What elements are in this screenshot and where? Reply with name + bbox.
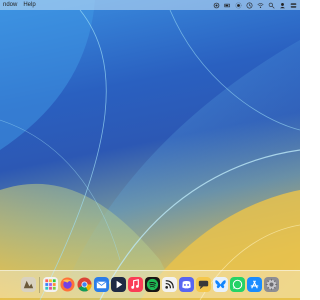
user-icon[interactable] <box>278 1 286 9</box>
chrome-icon[interactable] <box>77 277 92 292</box>
recording-icon[interactable] <box>212 1 220 9</box>
spotify-icon[interactable] <box>145 277 160 292</box>
status-area <box>212 1 297 9</box>
menu-help[interactable]: Help <box>23 0 35 10</box>
app-store-icon[interactable] <box>247 277 262 292</box>
brightness-icon[interactable] <box>234 1 242 9</box>
dock-separator <box>39 276 40 293</box>
launchpad-icon[interactable] <box>43 277 58 292</box>
control-center-icon[interactable] <box>289 1 297 9</box>
music-icon[interactable] <box>128 277 143 292</box>
clock-icon[interactable] <box>245 1 253 9</box>
mail-icon[interactable] <box>94 277 109 292</box>
battery-icon[interactable] <box>223 1 231 9</box>
desktop-wallpaper <box>0 0 300 300</box>
discord-icon[interactable] <box>179 277 194 292</box>
dock <box>0 270 300 298</box>
bluesky-icon[interactable] <box>213 277 228 292</box>
menu-bar: ndow Help <box>0 0 300 10</box>
menu-bar-left: ndow Help <box>3 0 36 10</box>
messages-icon[interactable] <box>196 277 211 292</box>
infuse-icon[interactable] <box>111 277 126 292</box>
wifi-icon[interactable] <box>256 1 264 9</box>
menu-window[interactable]: ndow <box>3 0 17 10</box>
rss-reader-icon[interactable] <box>162 277 177 292</box>
preview-icon[interactable] <box>21 277 36 292</box>
firefox-icon[interactable] <box>60 277 75 292</box>
system-settings-icon[interactable] <box>264 277 279 292</box>
whatsapp-icon[interactable] <box>230 277 245 292</box>
search-icon[interactable] <box>267 1 275 9</box>
